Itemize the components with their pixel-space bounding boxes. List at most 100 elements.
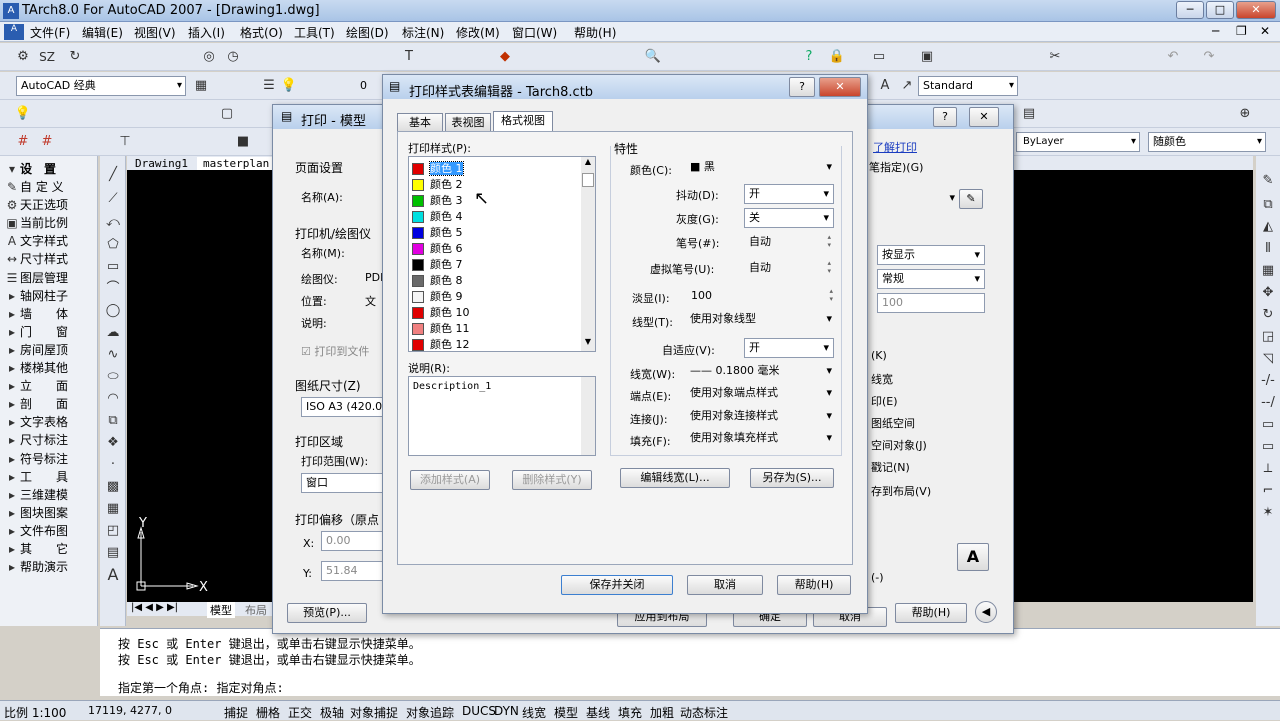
screen-menu-item[interactable]: ☰ 图层管理 [4,269,68,286]
dpi-input[interactable]: 100 [877,293,985,313]
chamfer-icon[interactable]: ⟂ [1259,460,1277,478]
ellipse-icon[interactable]: ⬭ [104,368,122,386]
description-textarea[interactable]: Description_1 [408,376,596,456]
line-icon[interactable]: ╱ [104,166,122,184]
cut-icon[interactable]: ✂ [1046,48,1064,66]
tab-drawing1[interactable]: Drawing1 [135,157,188,170]
fill-select[interactable]: 使用对象填充样式 [686,429,836,449]
linetype-select[interactable]: ByLayer [1016,132,1140,152]
lightbulb-icon[interactable]: 💡 [280,77,298,95]
paper-size-select[interactable]: ISO A3 (420.0 [301,397,383,417]
offset-y-input[interactable]: 51.84 [321,561,383,581]
option-styles[interactable]: 印(E) [871,393,898,409]
orientation-option[interactable]: (-) [871,571,884,584]
status-toggle[interactable]: 对象捕捉 [350,704,398,721]
refresh-icon[interactable]: ↻ [66,48,84,66]
rectangle-icon[interactable]: ▭ [104,258,122,276]
menu-view[interactable]: 视图(V) [134,24,176,41]
plot-style-item[interactable]: 颜色 4 [412,209,582,225]
doc-minimize-icon[interactable]: ─ [1212,24,1219,38]
command-window[interactable]: 按 Esc 或 Enter 键退出，或单击右键显示快捷菜单。 按 Esc 或 E… [100,628,1280,696]
scale-icon[interactable]: ◲ [1259,328,1277,346]
collapse-options-icon[interactable]: ◀ [975,601,997,623]
print-to-file-checkbox[interactable]: ☑ 打印到文件 [301,343,369,359]
plot-styles-list[interactable]: 颜色 1 颜色 2 颜色 3 颜色 4 颜色 5 颜色 6 颜色 7 颜色 8 颜色 9 颜色 1… [408,156,596,352]
plot-help-button[interactable]: ? [933,107,957,127]
screen-menu-item[interactable]: ▣ 当前比例 [4,214,68,231]
option-background[interactable]: (K) [871,349,887,362]
arc-icon[interactable]: ⌒ [104,280,122,298]
plot-style-item[interactable]: 颜色 9 [412,289,582,305]
workspace-settings-icon[interactable]: ▦ [192,77,210,95]
maximize-button[interactable]: □ [1206,1,1234,19]
status-toggle[interactable]: 线宽 [522,704,546,721]
status-toggle[interactable]: DYN [494,704,519,718]
option-stamp[interactable]: 戳记(N) [871,459,910,475]
screen-menu-item[interactable]: ↔ 尺寸样式 [4,250,68,267]
status-toggle[interactable]: 对象追踪 [406,704,454,721]
editor-help-bottom-button[interactable]: 帮助(H) [777,575,851,595]
screen-menu-item[interactable]: ▸ 剖 面 [4,395,68,412]
endstyle-select[interactable]: 使用对象端点样式 [686,384,836,404]
spline-icon[interactable]: ∿ [104,346,122,364]
scale-indicator[interactable]: 比例 1:100 [4,704,66,721]
screen-menu-item[interactable]: ▸ 帮助演示 [4,558,68,575]
bulb-icon[interactable]: 💡 [14,105,32,123]
undo-icon[interactable]: ↶ [1164,48,1182,66]
polygon-icon[interactable]: ⬠ [104,236,122,254]
construction-line-icon[interactable]: ⟋ [104,190,122,208]
editor-cancel-button[interactable]: 取消 [687,575,763,595]
color-select[interactable]: 随颜色 [1148,132,1266,152]
plot-style-item[interactable]: 颜色 5 [412,225,582,241]
tab-layout[interactable]: 布局 [245,602,267,618]
styles-scrollbar[interactable]: ▲ ▼ [581,157,595,351]
plot-style-item[interactable]: 颜色 7 [412,257,582,273]
ellipse-arc-icon[interactable]: ◠ [104,390,122,408]
screen-menu-item[interactable]: ▸ 其 它 [4,540,68,557]
menu-tools[interactable]: 工具(T) [294,24,335,41]
join-select[interactable]: 使用对象连接样式 [686,407,836,427]
lineweight-select[interactable]: —— 0.1800 毫米 [686,362,836,382]
move-icon[interactable]: ✥ [1259,284,1277,302]
gear-icon[interactable]: ⚙ [14,48,32,66]
point-icon[interactable]: · [104,456,122,474]
help-icon[interactable]: ? [800,48,818,66]
copy-icon[interactable]: ⧉ [1259,196,1277,214]
shade-select[interactable]: 按显示 [877,245,985,265]
fillet-icon[interactable]: ⌐ [1259,482,1277,500]
plot-style-item[interactable]: 颜色 8 [412,273,582,289]
plot-style-item[interactable]: 颜色 3 [412,193,582,209]
join-icon[interactable]: ▭ [1259,438,1277,456]
plot-range-select[interactable]: 窗口 [301,473,383,493]
screen-menu-item[interactable]: ▸ 工 具 [4,468,68,485]
grayscale-select[interactable]: 关 [744,208,834,228]
table-icon[interactable]: ▤ [104,544,122,562]
plot-style-select[interactable] [869,189,959,209]
status-toggle[interactable]: 极轴 [320,704,344,721]
option-save-layout[interactable]: 存到布局(V) [871,483,931,499]
editor-close-button[interactable]: ✕ [819,77,861,97]
offset-x-input[interactable]: 0.00 [321,531,383,551]
text-style-icon[interactable]: A [876,77,894,95]
tab-table-view[interactable]: 表视图 [445,113,491,133]
polyline-icon[interactable]: ⤺ [104,214,122,232]
doc-close-icon[interactable]: ✕ [1260,24,1270,38]
screen-menu-item[interactable]: ▸ 门 窗 [4,323,68,340]
layer-manager-icon[interactable]: ☰ [260,77,278,95]
region-icon[interactable]: ◰ [104,522,122,540]
explode-icon[interactable]: ✶ [1259,504,1277,522]
tab-basic[interactable]: 基本 [397,113,443,133]
clock-icon[interactable]: ◷ [224,48,242,66]
status-toggle[interactable]: 填充 [618,704,642,721]
text-icon[interactable]: T [400,48,418,66]
mtext-icon[interactable]: A [104,566,122,584]
array-icon[interactable]: ▦ [1259,262,1277,280]
screen-menu-item[interactable]: ▸ 图块图案 [4,504,68,521]
menu-modify[interactable]: 修改(M) [456,24,500,41]
scroll-up-icon[interactable]: ▲ [581,157,595,166]
menu-draw[interactable]: 绘图(D) [346,24,389,41]
plot-style-item[interactable]: 颜色 2 [412,177,582,193]
axis-grid-icon[interactable]: # [14,133,32,151]
menu-dim[interactable]: 标注(N) [402,24,444,41]
edit-style-button[interactable]: ✎ [959,189,983,209]
